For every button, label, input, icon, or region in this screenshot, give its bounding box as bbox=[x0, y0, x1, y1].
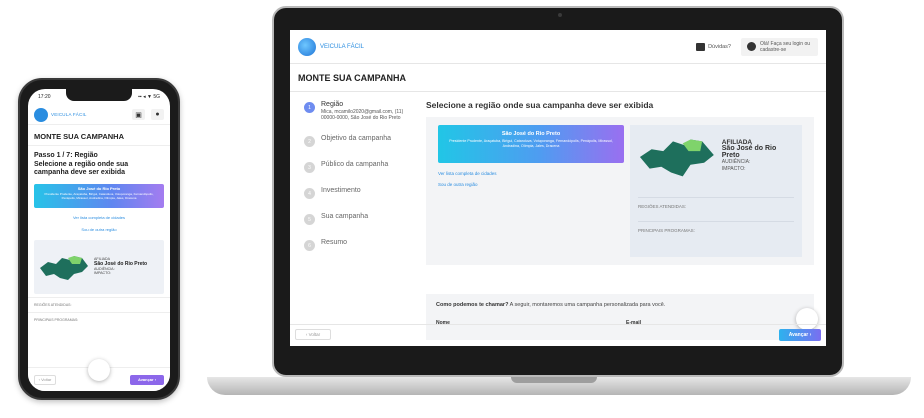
wizard-footer: ‹ Voltar Avançar › bbox=[290, 324, 826, 344]
logo-text[interactable]: VEICULA FÁCIL bbox=[51, 112, 87, 117]
step-label: Público da campanha bbox=[321, 161, 389, 168]
mockup-stage: 17:20 ▪▪ ◂ ▼ 5G VEICULA FÁCIL ▣ ● MONTE … bbox=[0, 0, 924, 418]
step-label: Resumo bbox=[321, 239, 348, 246]
step-label: Investimento bbox=[321, 187, 361, 194]
back-button[interactable]: ‹ Voltar bbox=[295, 329, 331, 340]
sao-paulo-map-icon bbox=[639, 139, 714, 177]
step-number: 4 bbox=[304, 188, 315, 199]
step-number: 1 bbox=[304, 102, 315, 113]
region-card[interactable]: São José do Rio Preto Presidente Prudent… bbox=[34, 183, 164, 208]
back-button[interactable]: ‹ Voltar bbox=[34, 374, 56, 385]
regions-label: REGIÕES ATENDIDAS: bbox=[28, 296, 170, 309]
phone-notch bbox=[66, 89, 132, 101]
region-card[interactable]: São José do Rio Preto Presidente Prudent… bbox=[438, 125, 624, 163]
logo-icon[interactable] bbox=[298, 37, 316, 56]
full-list-link[interactable]: Ver lista completa de cidades bbox=[28, 215, 170, 220]
step-number: 6 bbox=[304, 240, 315, 251]
logo-icon[interactable] bbox=[34, 107, 48, 122]
regions-label: REGIÕES ATENDIDAS: bbox=[638, 197, 794, 215]
step-number: 2 bbox=[304, 136, 315, 147]
main-content: Selecione a região onde sua campanha dev… bbox=[420, 92, 826, 290]
step-investment[interactable]: 4 Investimento bbox=[304, 186, 420, 199]
screen-bezel-bottom bbox=[290, 346, 826, 367]
phone-device: 17:20 ▪▪ ◂ ▼ 5G VEICULA FÁCIL ▣ ● MONTE … bbox=[18, 78, 180, 400]
impact-label: IMPACTO: bbox=[94, 271, 112, 276]
affiliate-card: AFILIADA São José do Rio Preto AUDIÊNCIA… bbox=[630, 125, 802, 257]
page-title: MONTE SUA CAMPANHA bbox=[290, 64, 826, 92]
step-objective[interactable]: 2 Objetivo da campanha bbox=[304, 134, 420, 147]
help-label: Dúvidas? bbox=[708, 43, 731, 50]
step-region[interactable]: 1 Região Mica, mcamilo2020@gmail.com, (1… bbox=[304, 100, 420, 121]
user-icon bbox=[747, 42, 756, 51]
chat-icon bbox=[696, 42, 706, 51]
step-question: Selecione a região onde sua campanha dev… bbox=[34, 160, 129, 177]
step-label: Objetivo da campanha bbox=[321, 135, 392, 142]
next-button[interactable]: Avançar › bbox=[130, 374, 164, 385]
programs-label: PRINCIPAIS PROGRAMAS: bbox=[28, 311, 170, 324]
step-number: 3 bbox=[304, 162, 315, 173]
help-button[interactable]: Dúvidas? bbox=[696, 42, 731, 51]
site-header: VEICULA FÁCIL Dúvidas? Olá! Faça seu log… bbox=[290, 30, 826, 64]
form-question: Como podemos te chamar? bbox=[436, 302, 509, 308]
login-label: Olá! Faça seu login ou cadastre-se bbox=[760, 40, 811, 53]
impact-label: IMPACTO: bbox=[721, 165, 746, 172]
step-label: Região bbox=[321, 101, 344, 108]
affiliate-city: São José do Rio Preto bbox=[721, 145, 777, 159]
other-region-link[interactable]: Sou de outra região bbox=[438, 182, 624, 187]
region-card-desc: Presidente Prudente, Araçatuba, Birigui,… bbox=[44, 191, 154, 200]
affiliate-card: AFILIADA São José do Rio Preto AUDIÊNCIA… bbox=[34, 239, 164, 294]
laptop-base-notch bbox=[511, 377, 597, 383]
laptop-lid: VEICULA FÁCIL Dúvidas? Olá! Faça seu log… bbox=[272, 6, 844, 377]
logo-text[interactable]: VEICULA FÁCIL bbox=[320, 44, 364, 50]
status-icons: ▪▪ ◂ ▼ 5G bbox=[138, 94, 160, 100]
region-card-desc: Presidente Prudente, Araçatuba, Birigui,… bbox=[449, 139, 613, 148]
step-number: 5 bbox=[304, 214, 315, 225]
steps-sidebar: 1 Região Mica, mcamilo2020@gmail.com, (1… bbox=[290, 92, 420, 290]
phone-header: VEICULA FÁCIL ▣ ● bbox=[28, 105, 170, 125]
camera-icon bbox=[558, 13, 562, 17]
form-subtitle: A seguir, montaremos uma campanha person… bbox=[508, 302, 666, 308]
step-summary-item[interactable]: 6 Resumo bbox=[304, 238, 420, 251]
programs-label: PRINCIPAIS PROGRAMAS: bbox=[638, 221, 794, 239]
step-summary: Mica, mcamilo2020@gmail.com, (11) 00000-… bbox=[321, 109, 404, 121]
floating-chat-button[interactable] bbox=[88, 359, 110, 381]
region-panel: São José do Rio Preto Presidente Prudent… bbox=[426, 117, 814, 265]
step-label: Sua campanha bbox=[321, 213, 369, 220]
next-button[interactable]: Avançar › bbox=[779, 328, 821, 341]
page-title: MONTE SUA CAMPANHA bbox=[28, 125, 170, 146]
user-icon[interactable]: ● bbox=[151, 109, 164, 120]
sao-paulo-map-icon bbox=[40, 255, 88, 280]
login-button[interactable]: Olá! Faça seu login ou cadastre-se bbox=[741, 37, 818, 56]
phone-screen: 17:20 ▪▪ ◂ ▼ 5G VEICULA FÁCIL ▣ ● MONTE … bbox=[28, 89, 170, 391]
step-audience[interactable]: 3 Público da campanha bbox=[304, 160, 420, 173]
full-list-link[interactable]: Ver lista completa de cidades bbox=[438, 171, 624, 176]
step-heading: Passo 1 / 7: Região bbox=[34, 152, 98, 159]
help-chat-icon[interactable]: ▣ bbox=[132, 109, 145, 120]
other-region-link[interactable]: Sou de outra região bbox=[28, 227, 170, 232]
region-heading: Selecione a região onde sua campanha dev… bbox=[426, 100, 654, 110]
status-time: 17:20 bbox=[38, 94, 51, 100]
step-campaign[interactable]: 5 Sua campanha bbox=[304, 212, 420, 225]
laptop-screen: VEICULA FÁCIL Dúvidas? Olá! Faça seu log… bbox=[290, 30, 826, 367]
